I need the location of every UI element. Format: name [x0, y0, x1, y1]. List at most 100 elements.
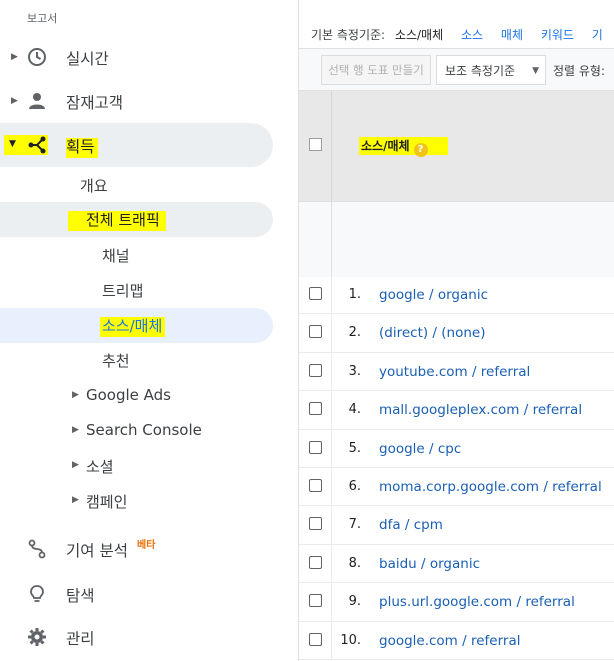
row-checkbox[interactable]	[309, 632, 322, 646]
dimension-source-link[interactable]: 소스	[461, 28, 483, 42]
caret-down-icon: ▼	[9, 139, 16, 149]
row-number: 9.	[348, 594, 361, 610]
nav-item-acquisition[interactable]: ▼ 획득	[0, 126, 298, 164]
sidebar: 보고서 ▶ 실시간 ▶ 잠재고객 ▼ 획득 개요 전체 트래픽 채널 트리맵 소…	[0, 0, 298, 661]
nav-label-google-ads: Google Ads	[86, 386, 171, 404]
column-divider	[331, 429, 332, 467]
nav-item-realtime[interactable]: ▶ 실시간	[0, 38, 298, 76]
dimension-medium-link[interactable]: 매체	[501, 28, 523, 42]
source-medium-link[interactable]: plus.url.google.com / referral	[379, 594, 575, 610]
source-medium-label-text: 소스/매체	[100, 317, 166, 337]
gear-icon	[26, 626, 48, 648]
nav-item-referrals[interactable]: 추천	[0, 341, 298, 379]
column-divider	[331, 276, 332, 314]
dimension-source-medium[interactable]: 소스/매체	[395, 28, 443, 42]
report-toolbar: 선택 행 도표 만들기 보조 측정기준 ▼ 정렬 유형:	[299, 48, 614, 90]
analytics-page: 보고서 ▶ 실시간 ▶ 잠재고객 ▼ 획득 개요 전체 트래픽 채널 트리맵 소…	[0, 0, 614, 661]
caret-right-icon: ▶	[11, 96, 18, 106]
row-number: 4.	[348, 402, 361, 418]
primary-dimension-bar: 기본 측정기준: 소스/매체 소스 매체 키워드 기	[311, 26, 614, 43]
source-medium-link[interactable]: youtube.com / referral	[379, 364, 530, 380]
nav-item-audience[interactable]: ▶ 잠재고객	[0, 82, 298, 120]
report-main: 기본 측정기준: 소스/매체 소스 매체 키워드 기 선택 행 도표 만들기 보…	[298, 0, 614, 661]
source-medium-link[interactable]: google / organic	[379, 287, 488, 303]
nav-item-all-traffic[interactable]: ▼ 전체 트래픽	[0, 200, 298, 238]
lightbulb-icon	[26, 583, 48, 605]
row-number: 3.	[348, 363, 361, 379]
column-divider	[331, 352, 332, 391]
source-medium-link[interactable]: google.com / referral	[379, 633, 520, 649]
beta-badge: 베타	[137, 540, 156, 551]
row-checkbox[interactable]	[309, 440, 322, 454]
nav-item-discover[interactable]: 탐색	[0, 575, 298, 613]
column-divider	[331, 583, 332, 621]
column-divider	[331, 506, 332, 544]
row-checkbox[interactable]	[309, 517, 322, 531]
header-checkbox-cell	[299, 91, 331, 201]
table-row: 2. (direct) / (none)	[299, 314, 614, 353]
help-icon[interactable]: ?	[413, 143, 428, 157]
select-all-checkbox[interactable]	[309, 138, 322, 151]
nav-item-search-console[interactable]: ▶ Search Console	[0, 412, 298, 450]
dimension-keyword-link[interactable]: 키워드	[541, 28, 574, 42]
source-medium-link[interactable]: moma.corp.google.com / referral	[379, 479, 602, 495]
row-checkbox[interactable]	[309, 555, 322, 569]
table-row: 1. google / organic	[299, 276, 614, 315]
table-row: 6. moma.corp.google.com / referral	[299, 467, 614, 507]
row-number: 6.	[348, 478, 361, 494]
clock-icon	[26, 46, 48, 68]
nav-label-source-medium: 소스/매체	[100, 315, 166, 337]
nav-item-source-medium[interactable]: 소스/매체	[0, 306, 298, 344]
nav-item-campaigns[interactable]: ▶ 캠페인	[0, 482, 298, 520]
source-medium-link[interactable]: baidu / organic	[379, 556, 480, 572]
column-divider	[331, 391, 332, 429]
nav-item-attribution[interactable]: 기여 분석 베타	[0, 530, 298, 568]
nav-item-overview[interactable]: 개요	[0, 166, 298, 204]
source-medium-link[interactable]: mall.googleplex.com / referral	[379, 402, 582, 418]
plot-rows-button[interactable]: 선택 행 도표 만들기	[321, 55, 431, 85]
nav-item-treemap[interactable]: 트리맵	[0, 271, 298, 309]
row-checkbox[interactable]	[309, 287, 322, 300]
dropdown-arrow-icon: ▼	[532, 66, 539, 76]
row-checkbox[interactable]	[309, 325, 322, 339]
table-row: 10. google.com / referral	[299, 621, 614, 660]
row-checkbox[interactable]	[309, 478, 322, 492]
table-row: 5. google / cpc	[299, 429, 614, 468]
row-checkbox[interactable]	[309, 363, 322, 377]
dimension-other-link[interactable]: 기	[592, 28, 603, 42]
person-icon	[26, 90, 48, 112]
nav-label-realtime: 실시간	[66, 50, 109, 68]
column-divider	[331, 544, 332, 583]
nav-item-social[interactable]: ▶ 소셜	[0, 447, 298, 485]
caret-right-icon: ▶	[72, 390, 79, 400]
source-medium-link[interactable]: dfa / cpm	[379, 517, 443, 533]
nav-item-channels[interactable]: 채널	[0, 236, 298, 274]
nav-label-campaigns: 캠페인	[86, 493, 128, 511]
nav-label-search-console: Search Console	[86, 421, 202, 439]
acquisition-icon	[26, 134, 48, 156]
row-checkbox[interactable]	[309, 402, 322, 416]
column-divider	[331, 202, 332, 278]
source-medium-link[interactable]: google / cpc	[379, 441, 461, 457]
row-number: 7.	[348, 517, 361, 533]
all-traffic-label-text: 전체 트래픽	[68, 211, 166, 231]
secondary-dimension-label: 보조 측정기준	[445, 63, 516, 78]
column-divider	[331, 314, 332, 352]
nav-label-discover: 탐색	[66, 587, 95, 605]
caret-right-icon: ▶	[11, 52, 18, 62]
header-title-cell: 소스/매체?	[331, 91, 614, 201]
section-title: 보고서	[27, 12, 58, 25]
secondary-dimension-dropdown[interactable]: 보조 측정기준 ▼	[436, 55, 546, 85]
nav-label-treemap: 트리맵	[102, 282, 144, 300]
row-checkbox[interactable]	[309, 594, 322, 608]
nav-item-admin[interactable]: 관리	[0, 618, 298, 656]
source-medium-link[interactable]: (direct) / (none)	[379, 325, 485, 341]
nav-label-channels: 채널	[102, 247, 130, 265]
nav-label-admin: 관리	[66, 630, 95, 648]
nav-item-google-ads[interactable]: ▶ Google Ads	[0, 377, 298, 415]
row-number: 1.	[348, 287, 361, 302]
column-header-text: 소스/매체?	[359, 137, 448, 157]
column-divider	[331, 467, 332, 506]
column-header-source-medium[interactable]: 소스/매체?	[359, 137, 448, 157]
table-row: 8. baidu / organic	[299, 544, 614, 584]
